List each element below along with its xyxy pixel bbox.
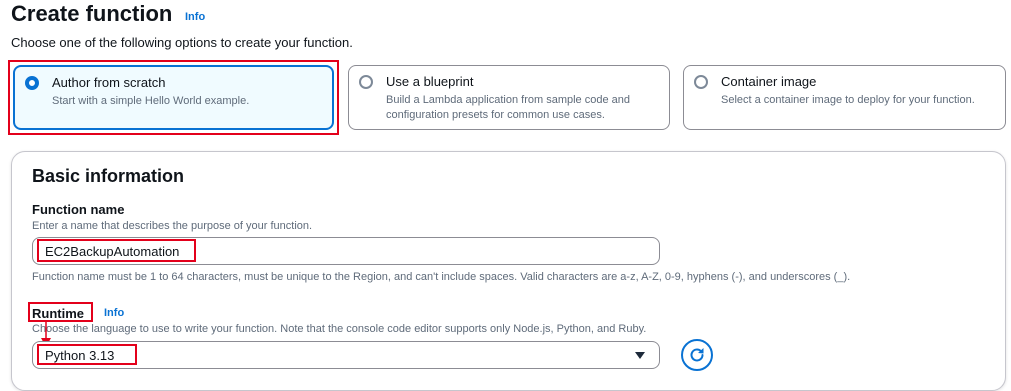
option-title: Use a blueprint <box>386 74 474 89</box>
runtime-info-link[interactable]: Info <box>104 307 124 319</box>
info-link[interactable]: Info <box>185 11 205 23</box>
runtime-label: Runtime <box>32 306 84 321</box>
radio-selected-icon[interactable] <box>25 76 39 90</box>
option-container-image[interactable]: Container image Select a container image… <box>683 65 1006 130</box>
function-name-label: Function name <box>32 202 125 217</box>
caret-down-icon <box>635 352 645 359</box>
option-use-a-blueprint[interactable]: Use a blueprint Build a Lambda applicati… <box>348 65 670 130</box>
runtime-description: Choose the language to use to write your… <box>32 323 647 335</box>
page-subtitle: Choose one of the following options to c… <box>11 35 353 50</box>
option-title: Author from scratch <box>52 75 166 90</box>
refresh-icon <box>690 348 704 362</box>
option-title: Container image <box>721 74 817 89</box>
function-name-input[interactable] <box>32 237 660 265</box>
section-title: Basic information <box>32 166 185 186</box>
option-description: Select a container image to deploy for y… <box>721 94 975 106</box>
option-description: Build a Lambda application from sample c… <box>386 94 630 121</box>
radio-unselected-icon[interactable] <box>359 75 373 89</box>
radio-unselected-icon[interactable] <box>694 75 708 89</box>
option-author-from-scratch[interactable]: Author from scratch Start with a simple … <box>13 65 334 130</box>
option-description: Start with a simple Hello World example. <box>52 95 250 107</box>
page-title: Create function <box>11 1 173 26</box>
runtime-select[interactable]: Python 3.13 <box>32 341 660 369</box>
refresh-runtimes-button[interactable] <box>681 339 713 371</box>
runtime-selected-value: Python 3.13 <box>45 348 115 363</box>
function-name-description: Enter a name that describes the purpose … <box>32 220 313 232</box>
function-name-constraint: Function name must be 1 to 64 characters… <box>32 271 851 283</box>
